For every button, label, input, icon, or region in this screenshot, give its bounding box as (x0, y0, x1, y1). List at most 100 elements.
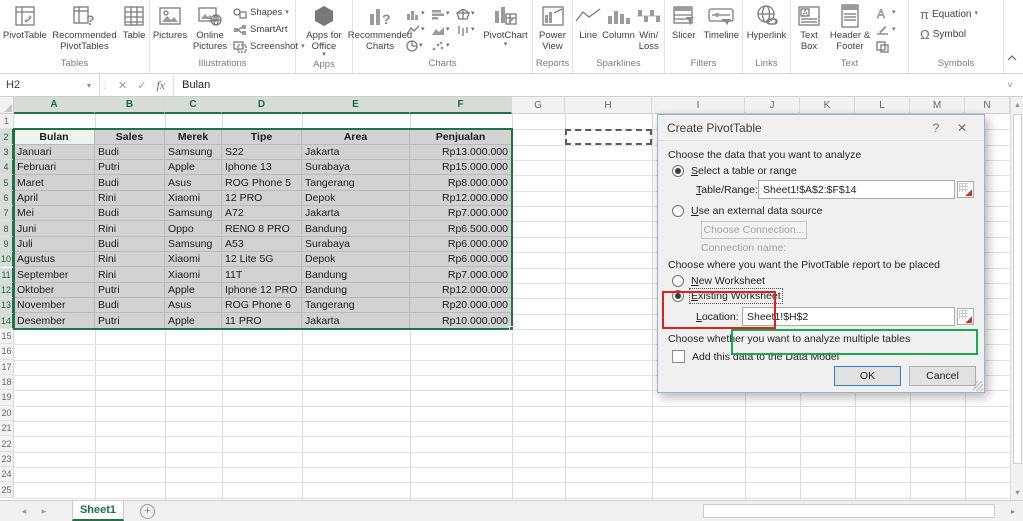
cell-E10[interactable]: Depok (302, 252, 410, 268)
help-icon[interactable]: ? (923, 121, 949, 135)
table-button[interactable]: Table (120, 2, 148, 58)
row-header-10[interactable]: 10 (0, 252, 14, 268)
cell-C3[interactable]: Samsung (165, 144, 222, 161)
cell-A4[interactable]: Februari (14, 160, 95, 176)
dialog-title-bar[interactable]: Create PivotTable ? ✕ (658, 115, 984, 141)
row-header-4[interactable]: 4 (0, 160, 14, 176)
data-model-checkbox-row[interactable]: Add this data to the Data Model (668, 350, 974, 363)
cell-A14[interactable]: Desember (14, 313, 95, 329)
cell-C8[interactable]: Oppo (165, 221, 222, 237)
timeline-button[interactable]: Timeline (702, 2, 741, 58)
sheet-tab-sheet1[interactable]: Sheet1 (72, 501, 124, 521)
column-header-E[interactable]: E (302, 97, 410, 114)
cell-E2[interactable]: Area (302, 129, 410, 145)
cell-A10[interactable]: Agustus (14, 252, 95, 268)
cell-E11[interactable]: Bandung (302, 267, 410, 283)
row-header-25[interactable]: 25 (0, 482, 14, 498)
cell-C13[interactable]: Asus (165, 298, 222, 314)
add-sheet-button[interactable]: + (140, 503, 155, 519)
cell-A9[interactable]: Juli (14, 236, 95, 253)
cell-F3[interactable]: Rp13.000.000 (410, 144, 512, 161)
row-header-14[interactable]: 14 (0, 313, 14, 329)
row-header-11[interactable]: 11 (0, 267, 14, 283)
cell-D14[interactable]: 11 PRO (222, 313, 302, 329)
row-header-19[interactable]: 19 (0, 390, 14, 406)
cell-E6[interactable]: Depok (302, 190, 410, 207)
cell-C5[interactable]: Asus (165, 175, 222, 191)
cell-A13[interactable]: November (14, 298, 95, 314)
text-box-button[interactable]: A Text Box (792, 2, 826, 58)
cell-E9[interactable]: Surabaya (302, 236, 410, 253)
column-header-N[interactable]: N (965, 97, 1010, 114)
cell-C7[interactable]: Samsung (165, 206, 222, 222)
cancel-entry-icon[interactable]: ✕ (118, 79, 127, 92)
scroll-up-arrow[interactable]: ▴ (1011, 97, 1023, 112)
cell-B3[interactable]: Budi (95, 144, 165, 161)
cell-F6[interactable]: Rp12.000.000 (410, 190, 512, 207)
cell-A5[interactable]: Maret (14, 175, 95, 191)
cell-F14[interactable]: Rp10.000.000 (410, 313, 512, 329)
cell-B14[interactable]: Putri (95, 313, 165, 329)
smartart-button[interactable]: SmartArt (231, 21, 293, 38)
insert-column-chart-button[interactable]: ▾ (406, 6, 430, 22)
radio-select-table[interactable]: Select a table or range (668, 165, 974, 177)
slicer-button[interactable]: Slicer (666, 2, 702, 58)
column-header-K[interactable]: K (800, 97, 855, 114)
insert-bar-chart-button[interactable]: ▾ (431, 6, 455, 22)
cell-A3[interactable]: Januari (14, 144, 95, 161)
sparkline-line-button[interactable]: Line (574, 2, 603, 58)
column-header-J[interactable]: J (745, 97, 800, 114)
scroll-right-arrow[interactable]: ▸ (1006, 504, 1020, 518)
cell-D5[interactable]: ROG Phone 5 (222, 175, 302, 191)
signature-line-button[interactable]: ▾ (874, 21, 904, 38)
radio-existing-worksheet[interactable]: Existing Worksheet (668, 288, 974, 304)
power-view-button[interactable]: Power View (534, 2, 571, 58)
marquee-cell-H2[interactable] (565, 129, 652, 145)
row-header-16[interactable]: 16 (0, 344, 14, 360)
row-header-18[interactable]: 18 (0, 374, 14, 391)
sparkline-winloss-button[interactable]: Win/ Loss (635, 2, 664, 58)
cell-A6[interactable]: April (14, 190, 95, 207)
header-footer-button[interactable]: Header & Footer (826, 2, 874, 58)
cell-C10[interactable]: Xiaomi (165, 252, 222, 268)
cell-E13[interactable]: Tangerang (302, 298, 410, 314)
table-range-picker-button[interactable]: ◢ (957, 181, 974, 198)
cell-F9[interactable]: Rp6.000.000 (410, 236, 512, 253)
pivottable-button[interactable]: PivotTable (1, 2, 49, 58)
row-header-23[interactable]: 23 (0, 451, 14, 468)
row-header-3[interactable]: 3 (0, 144, 14, 161)
row-header-21[interactable]: 21 (0, 421, 14, 437)
row-header-24[interactable]: 24 (0, 467, 14, 483)
location-input[interactable]: Sheet1!$H$2 (742, 307, 955, 326)
column-header-C[interactable]: C (165, 97, 222, 114)
screenshot-button[interactable]: Screenshot ▾ (231, 38, 305, 55)
formula-input[interactable]: Bulan (174, 74, 997, 96)
cell-C14[interactable]: Apple (165, 313, 222, 329)
cell-B12[interactable]: Putri (95, 282, 165, 299)
cancel-button[interactable]: Cancel (909, 366, 976, 386)
row-header-8[interactable]: 8 (0, 221, 14, 237)
row-header-5[interactable]: 5 (0, 175, 14, 191)
apps-for-office-button[interactable]: Apps for Office ▾ (298, 2, 350, 59)
recommended-charts-button[interactable]: ? Recommended Charts (348, 2, 412, 58)
recommended-pivottables-button[interactable]: ? Recommended PivotTables (49, 2, 121, 58)
column-header-I[interactable]: I (652, 97, 745, 114)
cell-D7[interactable]: A72 (222, 206, 302, 222)
row-header-9[interactable]: 9 (0, 236, 14, 253)
row-header-6[interactable]: 6 (0, 190, 14, 207)
cell-F11[interactable]: Rp7.000.000 (410, 267, 512, 283)
cell-F8[interactable]: Rp6.500.000 (410, 221, 512, 237)
object-button[interactable] (874, 38, 904, 55)
cell-E12[interactable]: Bandung (302, 282, 410, 299)
radio-external-source[interactable]: Use an external data source (668, 205, 974, 217)
name-box[interactable]: H2 ▾ (0, 74, 100, 96)
column-header-L[interactable]: L (855, 97, 910, 114)
column-header-A[interactable]: A (14, 97, 95, 114)
cell-C4[interactable]: Apple (165, 160, 222, 176)
cell-F5[interactable]: Rp8.000.000 (410, 175, 512, 191)
hyperlink-button[interactable]: Hyperlink (744, 2, 789, 58)
dialog-resize-grip[interactable] (973, 381, 983, 391)
cell-E14[interactable]: Jakarta (302, 313, 410, 329)
cell-E5[interactable]: Tangerang (302, 175, 410, 191)
cell-A11[interactable]: September (14, 267, 95, 283)
